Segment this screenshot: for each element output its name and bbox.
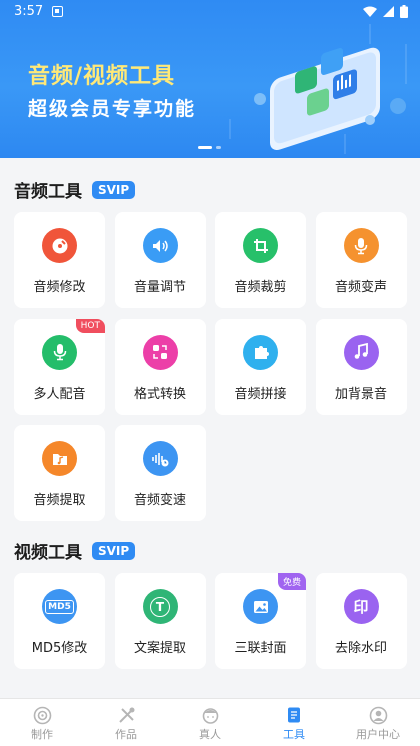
audio-tools-heading: 音频工具 SVIP (14, 177, 136, 202)
tool-card-audio-2[interactable]: 音量调节 (114, 212, 206, 308)
microphone-icon (343, 228, 379, 263)
status-bar: 3:57 (0, 0, 420, 24)
tab-3[interactable]: 真人 (168, 699, 252, 746)
promo-banner[interactable]: 3:57 音频/视频工具 超级会员专享功能 (0, 0, 420, 158)
tool-label: 音频拼接 (234, 386, 287, 402)
wifi-icon (363, 6, 377, 17)
signal-icon (383, 6, 394, 17)
crop-icon (243, 228, 278, 263)
audio-tools-grid: 音频修改 音量调节 音频裁剪 音频变声多人配音 HOT 格式转换 音频拼接 加背景音音频提取 音… (14, 212, 407, 532)
notification-icon (52, 6, 63, 17)
tool-label: 多人配音 (33, 386, 86, 402)
tool-card-video-3[interactable]: 三联封面 免费 (215, 573, 306, 669)
tab-4[interactable]: 工具 (252, 699, 336, 746)
person-icon (200, 705, 220, 725)
svip-badge: SVIP (92, 541, 136, 560)
music-note-icon (343, 334, 379, 370)
tool-card-audio-9[interactable]: 音频提取 (14, 425, 105, 521)
md5-icon: MD5 (42, 589, 77, 624)
tab-label: 用户中心 (356, 728, 400, 741)
tool-label: 音频裁剪 (234, 280, 287, 295)
banner-phone-illustration (229, 24, 407, 154)
svip-badge: SVIP (92, 180, 136, 199)
image-icon (243, 589, 278, 624)
tool-card-audio-8[interactable]: 加背景音 (315, 318, 407, 415)
user-icon (368, 705, 388, 725)
audio-speed-icon (142, 441, 178, 476)
disc-icon (32, 705, 52, 725)
free-badge: 免费 (277, 573, 306, 590)
tool-label: 三联封面 (234, 641, 287, 656)
tool-label: 音频变声 (334, 280, 387, 295)
banner-dot-active (198, 146, 212, 149)
banner-subtitle: 超级会员专享功能 (28, 98, 197, 120)
convert-icon (142, 334, 178, 370)
tab-2[interactable]: 作品 (84, 699, 168, 746)
tool-label: MD5修改 (31, 641, 88, 656)
video-tools-title: 视频工具 (14, 543, 82, 563)
tools-icon (116, 705, 136, 725)
tool-card-video-4[interactable]: 印去除水印 (315, 573, 407, 669)
tool-label: 加背景音 (334, 386, 387, 402)
banner-dot (216, 146, 221, 149)
puzzle-icon (243, 334, 278, 370)
video-tools-grid: MD5 MD5修改 T 文案提取 三联封面 免费印去除水印 (14, 573, 407, 680)
disc-edit-icon (42, 228, 77, 263)
microphone-icon (42, 334, 77, 370)
tool-label: 音量调节 (133, 280, 186, 295)
tool-label: 音频变速 (133, 493, 186, 508)
video-tools-heading: 视频工具 SVIP (14, 538, 136, 563)
tab-label: 制作 (31, 728, 53, 741)
tool-label: 格式转换 (133, 386, 186, 402)
banner-title: 音频/视频工具 (28, 64, 176, 89)
hot-badge: HOT (75, 318, 105, 333)
status-time: 3:57 (14, 4, 44, 19)
tool-label: 去除水印 (334, 641, 387, 656)
tool-label: 音频提取 (33, 493, 86, 508)
seal-icon: 印 (343, 589, 379, 624)
music-folder-icon (42, 441, 77, 476)
banner-pagination (198, 146, 221, 149)
text-extract-icon: T (142, 589, 178, 624)
tool-card-audio-3[interactable]: 音频裁剪 (215, 212, 306, 308)
tool-card-audio-6[interactable]: 格式转换 (114, 318, 206, 415)
tab-label: 作品 (115, 728, 137, 741)
tool-label: 文案提取 (133, 641, 186, 656)
tab-1[interactable]: 制作 (0, 699, 84, 746)
tool-card-audio-1[interactable]: 音频修改 (14, 212, 105, 308)
tab-5[interactable]: 用户中心 (336, 699, 420, 746)
tool-label: 音频修改 (33, 280, 86, 295)
tool-card-audio-7[interactable]: 音频拼接 (215, 318, 306, 415)
tool-card-audio-5[interactable]: 多人配音 HOT (14, 318, 105, 415)
tab-label: 工具 (283, 728, 305, 741)
battery-icon (400, 5, 408, 18)
tool-card-video-2[interactable]: T 文案提取 (114, 573, 206, 669)
tool-card-audio-10[interactable]: 音频变速 (114, 425, 206, 521)
tab-label: 真人 (199, 728, 221, 741)
bottom-tab-bar: 制作 作品 真人 工具 用户中心 (0, 698, 420, 746)
tool-card-audio-4[interactable]: 音频变声 (315, 212, 407, 308)
volume-icon (142, 228, 178, 263)
document-icon (284, 705, 304, 725)
audio-tools-title: 音频工具 (14, 182, 82, 202)
tool-card-video-1[interactable]: MD5 MD5修改 (14, 573, 105, 669)
